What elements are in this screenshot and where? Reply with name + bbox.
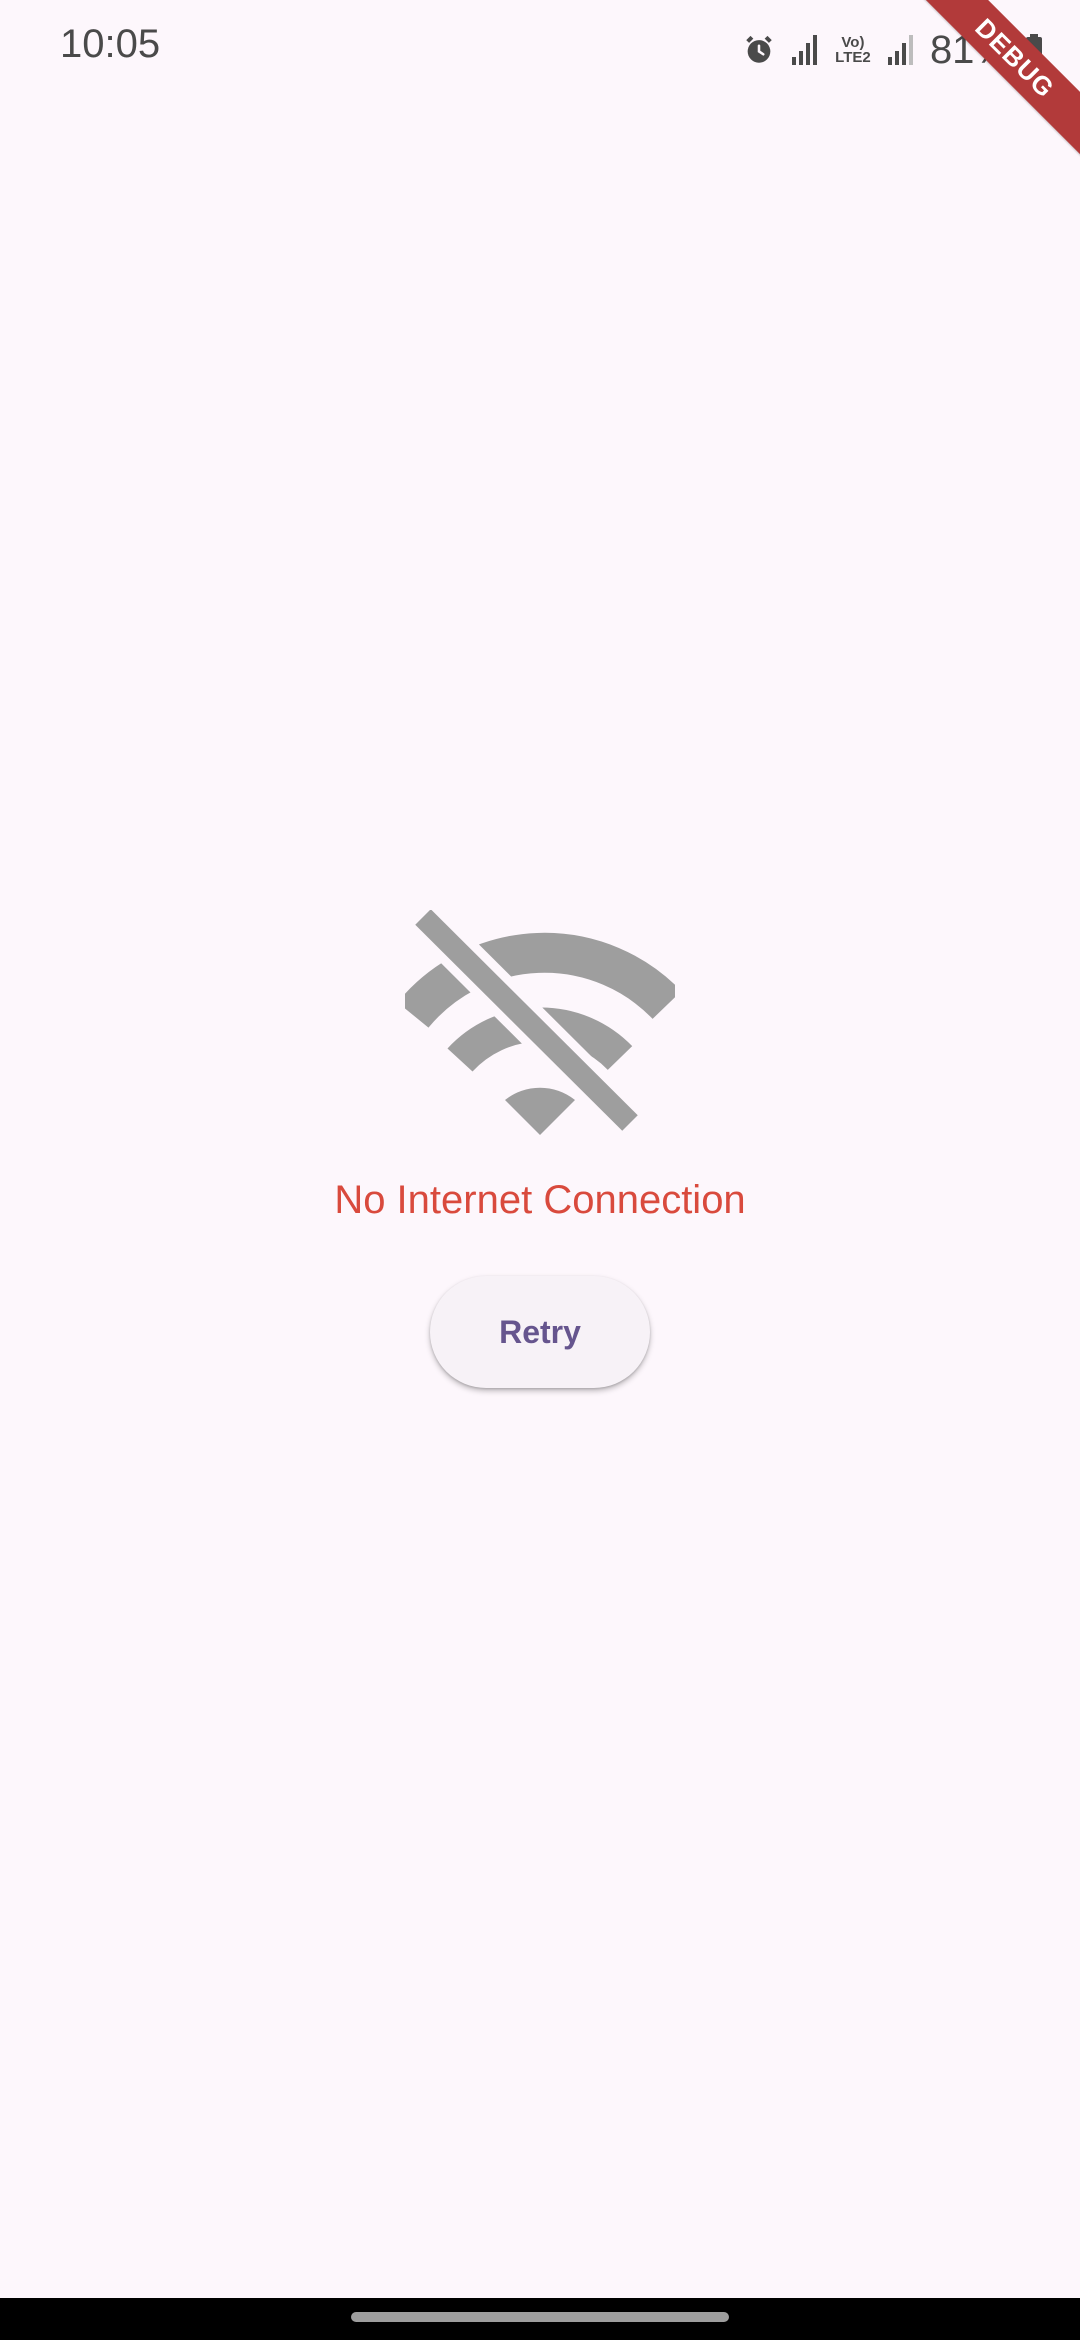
- navigation-bar: [0, 2298, 1080, 2340]
- no-connection-message: No Internet Connection: [334, 1178, 746, 1222]
- retry-button[interactable]: Retry: [430, 1276, 650, 1388]
- home-indicator[interactable]: [351, 2312, 729, 2322]
- wifi-off-icon: [397, 902, 682, 1138]
- main-content: No Internet Connection Retry: [0, 0, 1080, 2340]
